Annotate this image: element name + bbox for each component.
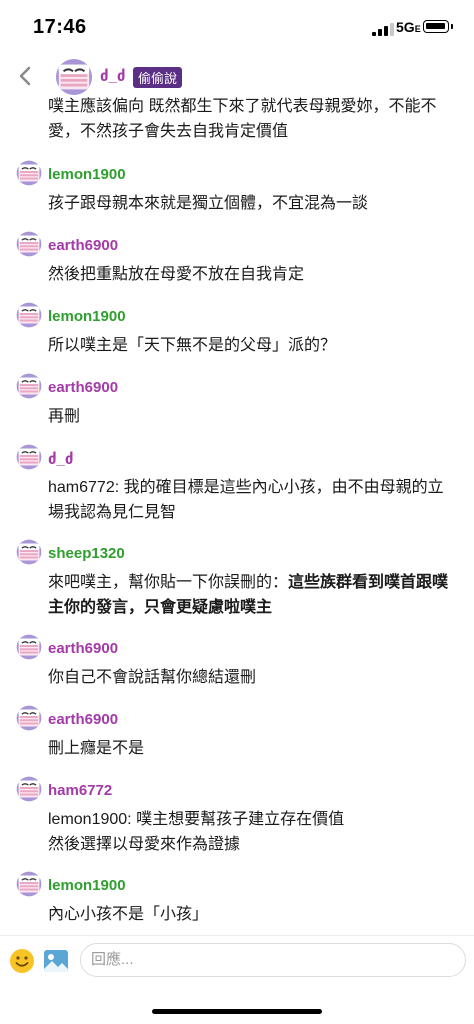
back-button[interactable] [14, 64, 38, 88]
emoji-icon[interactable] [9, 948, 35, 974]
home-indicator [152, 1009, 322, 1014]
response-text: 你自己不會說話幫你總結還刪 [48, 669, 257, 686]
username[interactable]: earth6900 [48, 379, 118, 396]
username[interactable]: ძ_ძ [100, 67, 125, 85]
username[interactable]: earth6900 [48, 640, 118, 657]
avatar[interactable] [16, 634, 42, 660]
reply-input[interactable]: 回應... [80, 943, 466, 977]
status-bar: 17:46 5GE [0, 0, 474, 56]
response-text: 來吧噗主，幫你貼一下你誤刪的：這些族群看到噗首跟噗主你的發言，只會更疑慮啦噗主 [48, 574, 449, 616]
username[interactable]: earth6900 [48, 711, 118, 728]
username[interactable]: lemon1900 [48, 308, 126, 325]
battery-icon [423, 20, 453, 33]
username[interactable]: ham6772 [48, 782, 112, 799]
avatar[interactable] [16, 776, 42, 802]
signal-icon [372, 22, 394, 36]
avatar[interactable] [16, 373, 42, 399]
response-text: 刪上癮是不是 [48, 740, 145, 757]
username[interactable]: earth6900 [48, 237, 118, 254]
avatar[interactable] [16, 871, 42, 897]
response-text: 所以噗主是「天下無不是的父母」派的？ [48, 337, 337, 354]
response-line: lemon1900: 噗主想要幫孩子建立存在價值 [48, 811, 345, 828]
chevron-left-icon [19, 66, 31, 86]
network-label: 5GE [396, 19, 421, 35]
response-text: 內心小孩不是「小孩」 [48, 906, 209, 923]
reply-bar: 回應... [0, 935, 474, 986]
avatar[interactable] [16, 231, 42, 257]
username[interactable]: lemon1900 [48, 166, 126, 183]
response-text: 然後把重點放在母愛不放在自我肯定 [48, 266, 305, 283]
post-text: 噗主應該偏向 既然都生下來了就代表母親愛妳，不能不愛，不然孩子會失去自我肯定價值 [48, 98, 437, 140]
avatar[interactable] [16, 705, 42, 731]
image-upload-icon[interactable] [43, 949, 69, 973]
username[interactable]: sheep1320 [48, 545, 125, 562]
username[interactable]: lemon1900 [48, 877, 126, 894]
avatar[interactable] [16, 444, 42, 470]
avatar[interactable] [16, 160, 42, 186]
response-text: 孩子跟母親本來就是獨立個體，不宜混為一談 [48, 195, 369, 212]
avatar[interactable] [16, 302, 42, 328]
avatar[interactable] [55, 58, 93, 96]
response-line: 然後選擇以母愛來作為證據 [48, 836, 241, 853]
anonymous-badge: 偷偷說 [133, 67, 183, 88]
response-text: lemon1900: 噗主想要幫孩子建立存在價值 然後選擇以母愛來作為證據 [48, 807, 458, 857]
username[interactable]: ძ_ძ [48, 450, 73, 468]
response-text: ham6772: 我的確目標是這些內心小孩，由不由母親的立場我認為見仁見智 [48, 479, 444, 521]
avatar[interactable] [16, 539, 42, 565]
response-text: 再刪 [48, 408, 81, 425]
status-time: 17:46 [33, 16, 87, 38]
